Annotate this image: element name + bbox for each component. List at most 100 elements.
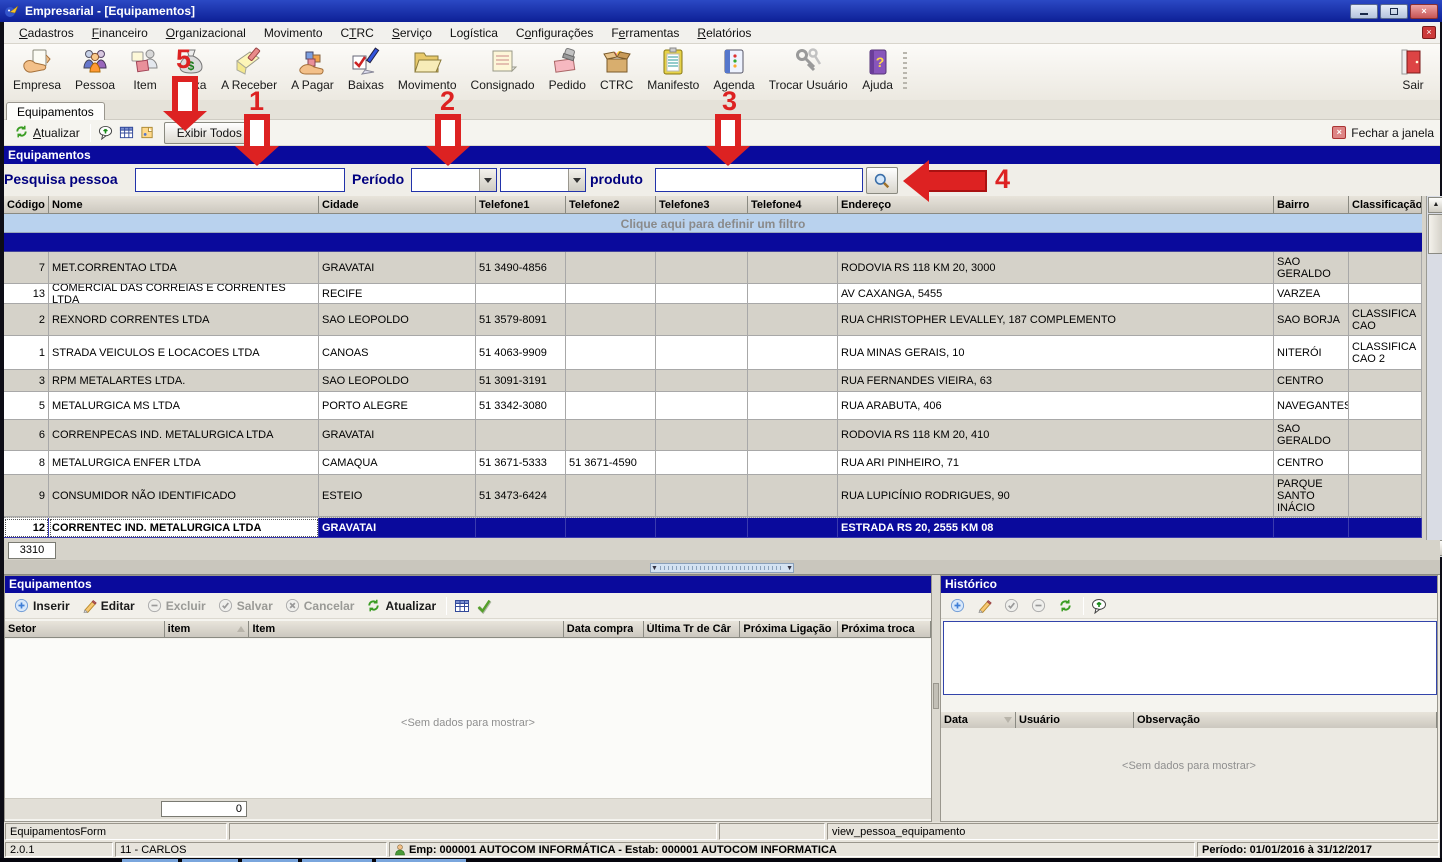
toolbar-trocar-usuario-button[interactable]: Trocar Usuário xyxy=(762,46,855,93)
menu-item-organizacional[interactable]: Organizacional xyxy=(157,23,255,43)
menu-item-ferramentas[interactable]: Ferramentas xyxy=(602,23,688,43)
menu-item-configuracoes[interactable]: Configurações xyxy=(507,23,602,43)
column-header-telefone2[interactable]: Telefone2 xyxy=(566,196,656,214)
toolbar-button-label: CTRC xyxy=(600,78,633,92)
cell-endereco: RUA ARABUTA, 406 xyxy=(838,392,1274,420)
edit-button[interactable]: Editar xyxy=(76,596,141,615)
consignado-icon xyxy=(488,47,518,77)
column-header-setor[interactable]: Setor xyxy=(5,621,165,638)
refresh-grid-label: Atualizar xyxy=(33,126,80,140)
column-header-proxima-ligacao[interactable]: Próxima Ligação xyxy=(740,621,838,638)
close-window-button[interactable]: × Fechar a janela xyxy=(1332,126,1436,140)
search-button[interactable] xyxy=(866,167,898,194)
person-search-input[interactable] xyxy=(135,168,345,192)
grid-filter-hint[interactable]: Clique aqui para definir um filtro xyxy=(4,214,1422,233)
toolbar-ajuda-button[interactable]: ?Ajuda xyxy=(855,46,901,93)
menu-item-relatorios[interactable]: Relatórios xyxy=(688,23,760,43)
note-button[interactable] xyxy=(137,123,158,142)
toolbar-pedido-button[interactable]: Pedido xyxy=(542,46,593,93)
column-header-usuario[interactable]: Usuário xyxy=(1016,712,1134,729)
column-header-telefone3[interactable]: Telefone3 xyxy=(656,196,748,214)
grid-view-button[interactable] xyxy=(451,596,473,616)
equipamentos-grid-body: <Sem dados para mostrar> xyxy=(5,639,931,799)
column-header-ultima-tr-de-car[interactable]: Última Tr de Câr xyxy=(644,621,741,638)
grid-view-button[interactable] xyxy=(116,123,137,142)
toolbar-sair-button[interactable]: Sair xyxy=(1390,46,1436,93)
menu-item-ctrc[interactable]: CTRC xyxy=(332,23,383,43)
menu-item-movimento[interactable]: Movimento xyxy=(255,23,332,43)
hist-edit-button[interactable] xyxy=(971,596,998,615)
refresh-button[interactable]: Atualizar xyxy=(360,596,442,615)
table-row[interactable]: 9CONSUMIDOR NÃO IDENTIFICADOESTEIO51 347… xyxy=(4,475,1422,517)
hist-export-button[interactable] xyxy=(1088,596,1110,616)
table-row[interactable]: 12CORRENTEC IND. METALURGICA LTDAGRAVATA… xyxy=(4,517,1422,538)
column-header-bairro[interactable]: Bairro xyxy=(1274,196,1349,214)
insert-button[interactable]: Inserir xyxy=(8,596,76,615)
column-header-observacao[interactable]: Observação xyxy=(1134,712,1437,729)
menu-item-cadastros[interactable]: Cadastros xyxy=(10,23,83,43)
toolbar-separator xyxy=(446,597,447,615)
refresh-grid-button[interactable]: Atualizar xyxy=(8,122,86,144)
table-row[interactable]: 6CORRENPECAS IND. METALURGICA LTDAGRAVAT… xyxy=(4,420,1422,451)
splitter-handle[interactable]: ▼▼ xyxy=(650,563,794,573)
period-from-select[interactable] xyxy=(411,168,497,192)
period-to-select[interactable] xyxy=(500,168,586,192)
export-balloon-button[interactable] xyxy=(95,123,116,142)
scroll-up-button[interactable]: ▲ xyxy=(1428,197,1442,213)
historico-memo-field[interactable] xyxy=(943,621,1437,695)
chevron-down-icon[interactable] xyxy=(479,169,496,191)
cell-telefone2 xyxy=(566,370,656,392)
confirm-button[interactable] xyxy=(473,596,495,616)
table-row[interactable]: 7MET.CORRENTAO LTDAGRAVATAI51 3490-4856R… xyxy=(4,252,1422,284)
toolbar-item-button[interactable]: Item xyxy=(122,46,168,93)
column-header-data-compra[interactable]: Data compra xyxy=(564,621,644,638)
toolbar-manifesto-button[interactable]: Manifesto xyxy=(640,46,706,93)
table-row[interactable]: 5METALURGICA MS LTDAPORTO ALEGRE51 3342-… xyxy=(4,392,1422,420)
hist-insert-button[interactable] xyxy=(944,596,971,615)
product-input[interactable] xyxy=(655,168,863,192)
column-header-cidade[interactable]: Cidade xyxy=(319,196,476,214)
toolbar-baixas-button[interactable]: Baixas xyxy=(341,46,391,93)
close-button[interactable]: × xyxy=(1410,4,1438,19)
a-receber-icon xyxy=(234,47,264,77)
toolbar-a-pagar-button[interactable]: A Pagar xyxy=(284,46,341,93)
maximize-button[interactable] xyxy=(1380,4,1408,19)
column-header-item[interactable]: Item xyxy=(249,621,563,638)
tab-equipamentos[interactable]: Equipamentos xyxy=(6,102,105,120)
column-header-classificacao[interactable]: Classificação xyxy=(1349,196,1422,214)
table-row[interactable]: 1STRADA VEICULOS E LOCACOES LTDACANOAS51… xyxy=(4,336,1422,370)
hist-refresh-button[interactable] xyxy=(1052,596,1079,615)
search-icon xyxy=(873,172,891,190)
table-row[interactable]: 8METALURGICA ENFER LTDACAMAQUA51 3671-53… xyxy=(4,451,1422,475)
equipamentos-panel: Equipamentos InserirEditarExcluirSalvarC… xyxy=(4,575,932,822)
menu-item-logistica[interactable]: Logística xyxy=(441,23,507,43)
column-header-item[interactable]: item xyxy=(165,621,250,638)
table-row[interactable]: 13COMERCIAL DAS CORREIAS E CORRENTES LTD… xyxy=(4,284,1422,304)
column-header-proxima-troca[interactable]: Próxima troca xyxy=(838,621,931,638)
column-header-data[interactable]: Data xyxy=(941,712,1016,729)
mdi-close-icon[interactable]: × xyxy=(1422,26,1436,39)
grid-vertical-scrollbar[interactable]: ▲ ▼ xyxy=(1426,196,1442,557)
column-header-codigo[interactable]: Código xyxy=(4,196,49,214)
taskbar-sliver xyxy=(0,858,1442,862)
toolbar-ctrc-button[interactable]: CTRC xyxy=(593,46,640,93)
cell-telefone3 xyxy=(656,370,748,392)
table-row[interactable]: 2REXNORD CORRENTES LTDASAO LEOPOLDO51 35… xyxy=(4,304,1422,336)
toolbar-consignado-button[interactable]: Consignado xyxy=(464,46,542,93)
cell-telefone1: 51 3342-3080 xyxy=(476,392,566,420)
column-header-nome[interactable]: Nome xyxy=(49,196,319,214)
toolbar-empresa-button[interactable]: Empresa xyxy=(6,46,68,93)
grid-icon xyxy=(454,598,470,614)
column-header-telefone4[interactable]: Telefone4 xyxy=(748,196,838,214)
menu-item-financeiro[interactable]: Financeiro xyxy=(83,23,157,43)
column-header-telefone1[interactable]: Telefone1 xyxy=(476,196,566,214)
cell-telefone3 xyxy=(656,392,748,420)
chevron-down-icon[interactable] xyxy=(568,169,585,191)
table-row[interactable]: 3RPM METALARTES LTDA.SAO LEOPOLDO51 3091… xyxy=(4,370,1422,392)
menu-item-servico[interactable]: Serviço xyxy=(383,23,441,43)
vertical-splitter[interactable] xyxy=(932,575,940,822)
toolbar-pessoa-button[interactable]: Pessoa xyxy=(68,46,122,93)
scroll-thumb[interactable] xyxy=(1428,214,1442,254)
minimize-button[interactable] xyxy=(1350,4,1378,19)
cell-telefone4 xyxy=(748,370,838,392)
